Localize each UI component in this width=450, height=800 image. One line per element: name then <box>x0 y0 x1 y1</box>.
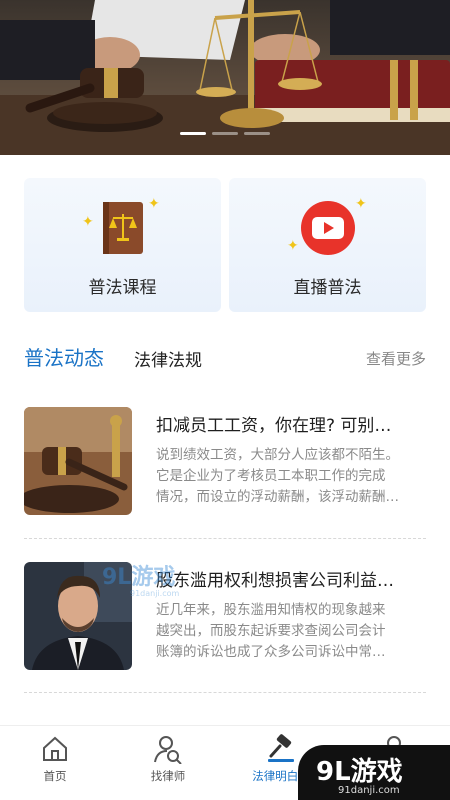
banner-dot[interactable] <box>180 132 206 135</box>
see-more-link[interactable]: 查看更多 <box>366 348 426 369</box>
tab-laws-regulations[interactable]: 法律法规 <box>134 346 202 371</box>
excerpt-line: 它是企业为了考核员工本职工作的完成 <box>156 468 386 484</box>
svg-text:9L游戏: 9L游戏 <box>102 564 175 590</box>
sparkle-icon: ✦ <box>82 214 94 230</box>
excerpt-line: 近几年来，股东滥用知情权的现象越来 <box>156 602 386 618</box>
article-title: 扣减员工工资，你在理? 可别… <box>156 416 392 436</box>
law-course-card[interactable]: ✦ ✦ 普法课程 <box>24 178 221 312</box>
section-header: 普法动态 法律法规 查看更多 <box>24 340 426 376</box>
excerpt-line: 说到绩效工资，大部分人应该都不陌生。 <box>156 447 399 463</box>
watermark-url: 91danji.com <box>338 785 400 796</box>
divider <box>24 692 426 693</box>
nav-label: 找律师 <box>150 769 186 783</box>
article-thumbnail <box>24 407 132 515</box>
article-excerpt: 说到绩效工资，大部分人应该都不陌生。 它是企业为了考核员工本职工作的完成 情况，… <box>156 445 426 508</box>
watermark-logo-faint: 9L游戏 91danji.com <box>102 564 180 598</box>
sparkle-icon: ✦ <box>287 238 299 254</box>
gavel-icon <box>268 734 294 762</box>
law-book-icon <box>102 202 143 254</box>
article-item[interactable]: 股东滥用权利想损害公司利益… 近几年来，股东滥用知情权的现象越来 越突出，而股东… <box>24 562 426 672</box>
find-lawyer-icon <box>154 736 182 764</box>
nav-home[interactable]: 首页 <box>10 734 100 784</box>
banner-dot[interactable] <box>212 132 238 135</box>
sparkle-icon: ✦ <box>355 196 367 212</box>
article-excerpt: 近几年来，股东滥用知情权的现象越来 越突出，而股东起诉要求查阅公司会计 账簿的诉… <box>156 600 426 663</box>
live-law-card[interactable]: ✦ ✦ 直播普法 <box>229 178 426 312</box>
excerpt-line: 情况，而设立的浮动薪酬，该浮动薪酬… <box>156 489 399 505</box>
watermark-brand: 9L游戏 <box>316 757 403 787</box>
divider <box>24 538 426 539</box>
excerpt-line: 越突出，而股东起诉要求查阅公司会计 <box>156 623 386 639</box>
nav-find-lawyer[interactable]: 找律师 <box>123 734 213 784</box>
banner-dot[interactable] <box>244 132 270 135</box>
feature-cards: ✦ ✦ 普法课程 ✦ ✦ 直播普法 <box>24 178 426 312</box>
watermark-badge: 9L游戏 91danji.com <box>298 745 450 800</box>
excerpt-line: 账簿的诉讼也成了众多公司诉讼中常… <box>156 644 386 660</box>
law-course-label: 普法课程 <box>88 278 157 298</box>
live-law-label: 直播普法 <box>293 278 362 298</box>
svg-text:91danji.com: 91danji.com <box>130 589 180 598</box>
live-play-icon <box>300 201 355 255</box>
nav-label: 首页 <box>43 769 67 783</box>
banner-pagination[interactable] <box>180 132 270 135</box>
gavel-image <box>24 407 132 515</box>
hero-banner[interactable] <box>0 0 450 155</box>
home-icon <box>43 736 67 761</box>
article-item[interactable]: 扣减员工工资，你在理? 可别… 说到绩效工资，大部分人应该都不陌生。 它是企业为… <box>24 407 426 517</box>
tab-law-news[interactable]: 普法动态 <box>24 342 104 371</box>
sparkle-icon: ✦ <box>148 196 160 212</box>
